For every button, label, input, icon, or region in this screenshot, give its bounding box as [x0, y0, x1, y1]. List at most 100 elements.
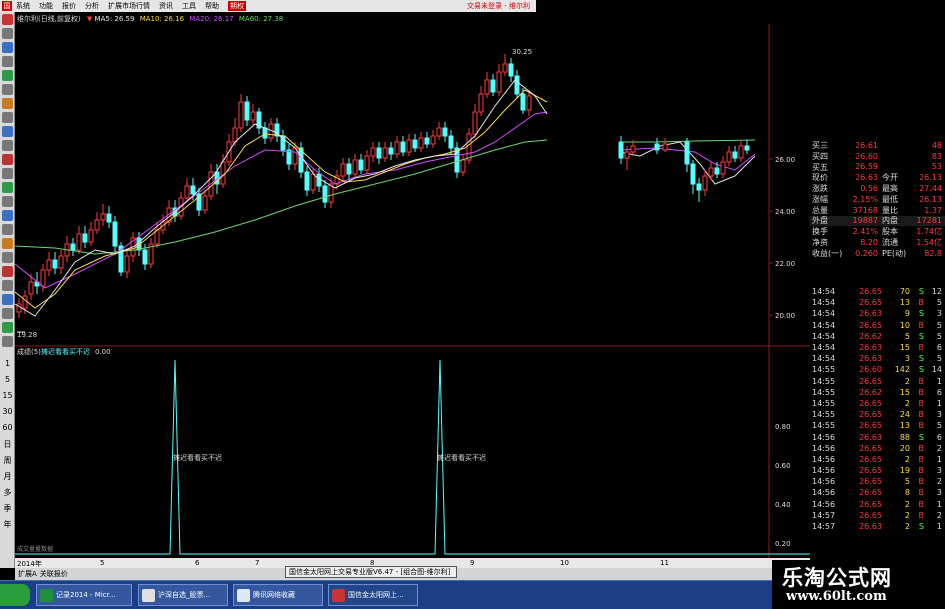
period-day[interactable]: 日: [0, 439, 15, 450]
candle: [220, 161, 226, 185]
tool-icon[interactable]: [2, 56, 13, 67]
tick-volume: 2: [904, 522, 910, 532]
tab-related-quote[interactable]: 关联报价: [40, 569, 68, 579]
candle: [100, 213, 106, 221]
tool-icon[interactable]: [2, 238, 13, 249]
candle: [358, 159, 364, 171]
menu-item[interactable]: 分析: [85, 1, 99, 11]
tick-side: B: [918, 298, 925, 308]
period-quarter[interactable]: 季: [0, 503, 15, 514]
tick-side: S: [918, 309, 924, 319]
window-title-popup[interactable]: 国信金太阳网上交易专业版V6.47 - [组合图-维尔利]: [285, 566, 457, 578]
candle: [400, 141, 406, 153]
candle: [58, 255, 64, 269]
tool-icon[interactable]: [2, 70, 13, 81]
start-button[interactable]: [0, 584, 30, 606]
indicator-tick: 0.40: [775, 501, 791, 509]
quote-value: 0.260: [855, 248, 878, 258]
candle: [124, 255, 130, 273]
tool-icon[interactable]: [2, 280, 13, 291]
quote-panel: 买三 26.61 48 买四 26.60 83 买五 26.59 53 现价 26.63 今开 26.1…: [810, 140, 945, 259]
tool-icon[interactable]: [2, 308, 13, 319]
tool-icon[interactable]: [2, 28, 13, 39]
candle: [52, 259, 58, 269]
period-60min[interactable]: 60: [0, 423, 15, 432]
price-tick: 24.00: [775, 208, 795, 216]
price-tick: 20.00: [775, 312, 795, 320]
menu-item-options[interactable]: 期权: [228, 1, 246, 11]
period-week[interactable]: 周: [0, 455, 15, 466]
quote-label: 外盘: [812, 216, 828, 226]
tick-row: 14:56 26.65 2 B 1: [810, 499, 945, 510]
candle: [76, 233, 82, 251]
tick-volume: 19: [899, 466, 910, 476]
tool-icon[interactable]: [2, 112, 13, 123]
kline-chart[interactable]: 26.00 24.00 22.00 20.00 0.80 0.60 0.40 0…: [15, 24, 810, 558]
period-1min[interactable]: 1: [0, 359, 15, 368]
tick-row: 14:55 26.65 2 B 1: [810, 398, 945, 409]
tool-icon[interactable]: [2, 322, 13, 333]
menu-item[interactable]: 报价: [62, 1, 76, 11]
tick-time: 14:56: [812, 499, 836, 509]
period-5min[interactable]: 5: [0, 375, 15, 384]
tool-icon[interactable]: [2, 154, 13, 165]
menu-item[interactable]: 扩展市场行情: [108, 1, 150, 11]
candle: [618, 141, 624, 159]
tool-icon[interactable]: [2, 140, 13, 151]
tool-icon[interactable]: [2, 126, 13, 137]
taskbar-item-stocks[interactable]: 沪深自选_股票...: [138, 584, 228, 606]
tick-side: S: [918, 522, 924, 532]
tool-icon[interactable]: [2, 252, 13, 263]
tick-side: B: [918, 477, 925, 487]
close-icon[interactable]: [2, 14, 13, 25]
menu-item[interactable]: 系统: [16, 1, 30, 11]
tick-price: 26.65: [859, 466, 882, 476]
app-logo-icon[interactable]: 国: [2, 1, 12, 11]
candle: [190, 185, 196, 195]
tool-icon[interactable]: [2, 42, 13, 53]
taskbar-item-trading[interactable]: 国信金太阳网上...: [328, 584, 418, 606]
tool-icon[interactable]: [2, 210, 13, 221]
menu-item[interactable]: 帮助: [205, 1, 219, 11]
period-multi[interactable]: 多: [0, 487, 15, 498]
tool-icon[interactable]: [2, 84, 13, 95]
menu-item[interactable]: 工具: [182, 1, 196, 11]
tick-price: 26.63: [859, 343, 882, 353]
tick-side: B: [918, 499, 925, 509]
tick-time: 14:55: [812, 398, 836, 408]
menu-item[interactable]: 资讯: [159, 1, 173, 11]
tick-count: 2: [936, 443, 942, 453]
login-status[interactable]: 交易未登录 - 维尔利: [467, 1, 530, 11]
tick-side: S: [918, 365, 924, 375]
period-15min[interactable]: 15: [0, 391, 15, 400]
tool-icon[interactable]: [2, 224, 13, 235]
taskbar-item-tencent[interactable]: 腾讯网络收藏: [233, 584, 323, 606]
quote-extra-value: 48: [931, 140, 942, 150]
tool-icon[interactable]: [2, 182, 13, 193]
tick-list[interactable]: 14:54 26.65 70 S 12 14:54 26.65 13 B 5 14:54 26.63 9…: [810, 286, 945, 532]
tool-icon[interactable]: [2, 168, 13, 179]
chart-header: 维尔利(日线,前复权) ▼ MA5: 26.59 MA10: 26.16 MA2…: [17, 14, 283, 24]
candle: [720, 161, 726, 175]
tick-time: 14:54: [812, 320, 836, 330]
tab-extension[interactable]: 扩展A: [18, 569, 37, 579]
tick-volume: 2: [904, 398, 910, 408]
period-30min[interactable]: 30: [0, 407, 15, 416]
tick-time: 14:54: [812, 298, 836, 308]
quote-value: 37168: [852, 205, 878, 215]
menu-item[interactable]: 功能: [39, 1, 53, 11]
taskbar-item-excel[interactable]: 记录2014 - Micr...: [36, 584, 132, 606]
period-month[interactable]: 月: [0, 471, 15, 482]
candle: [304, 171, 310, 191]
ma-marker-icon: ▼: [86, 15, 93, 23]
quote-row: 买五 26.59 53: [810, 162, 945, 173]
tool-icon[interactable]: [2, 294, 13, 305]
quote-extra-label: 内盘: [882, 216, 898, 226]
tool-icon[interactable]: [2, 336, 13, 347]
tool-icon[interactable]: [2, 266, 13, 277]
candle: [40, 269, 46, 287]
tool-icon[interactable]: [2, 196, 13, 207]
tool-icon[interactable]: [2, 98, 13, 109]
period-year[interactable]: 年: [0, 519, 15, 530]
candle: [418, 137, 424, 149]
